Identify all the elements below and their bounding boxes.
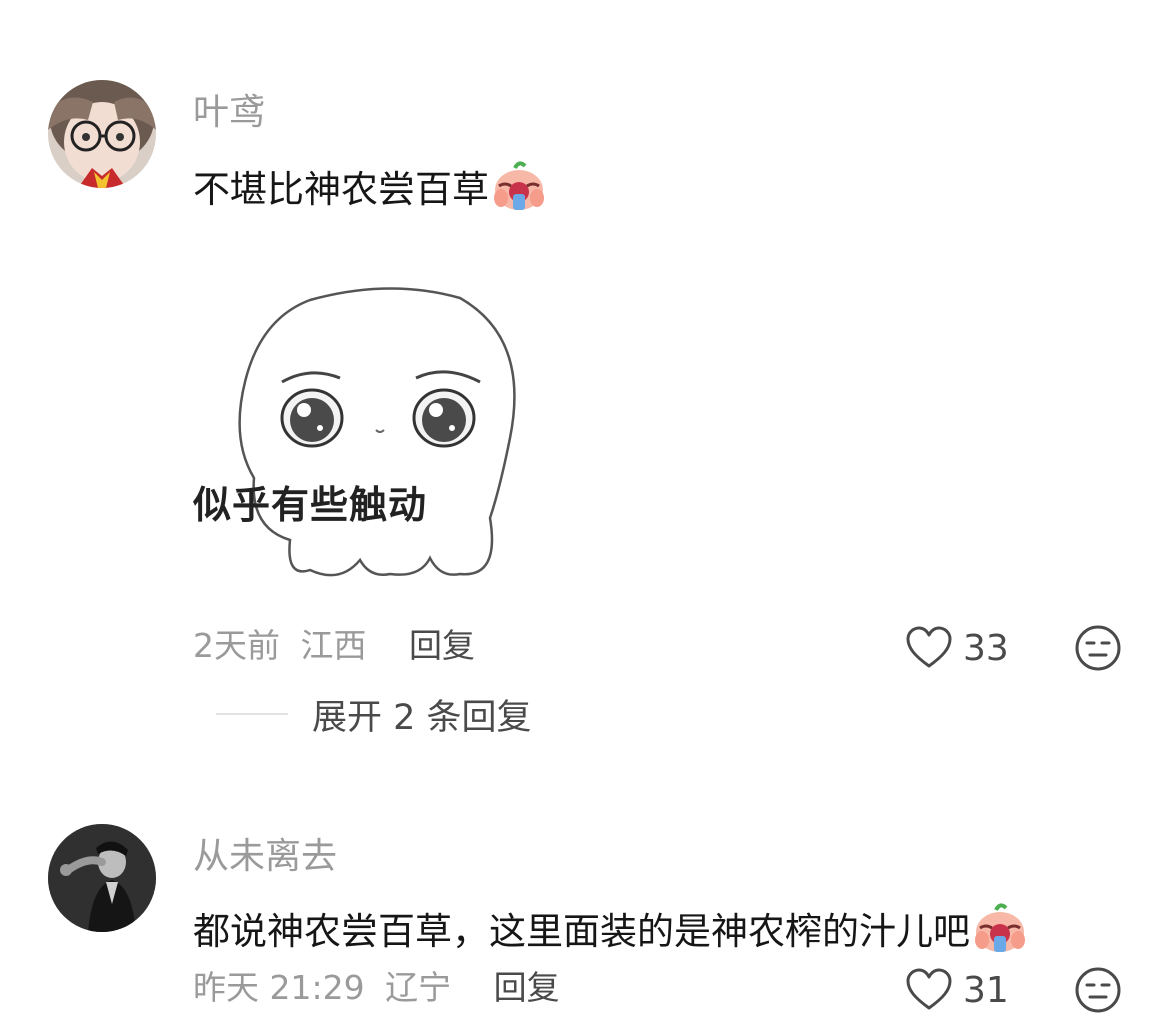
heart-outline-icon [906,968,952,1010]
username[interactable]: 从未离去 [193,837,337,877]
unamused-face-icon[interactable] [1074,966,1122,1014]
comment-text-content: 都说神农尝百草，这里面装的是神农榨的汁儿吧 [193,910,970,953]
like-button[interactable]: 31 [905,966,1009,1014]
user-avatar-image [48,824,156,932]
comment-text: 都说神农尝百草，这里面装的是神农榨的汁儿吧 [193,900,1028,954]
comment-location: 辽宁 [385,968,452,1007]
avatar[interactable] [48,824,156,932]
comment-meta: 昨天 21:29 辽宁 回复 [193,968,570,1008]
comment-2: 从未离去 都说神农尝百草，这里面装的是神农榨的汁儿吧 昨天 21:29 辽宁 回… [0,0,1169,1036]
reply-button[interactable]: 回复 [494,968,560,1008]
crying-eating-emoji-icon [975,903,1025,952]
like-count: 31 [963,969,1009,1011]
comment-time: 昨天 21:29 [193,968,365,1007]
